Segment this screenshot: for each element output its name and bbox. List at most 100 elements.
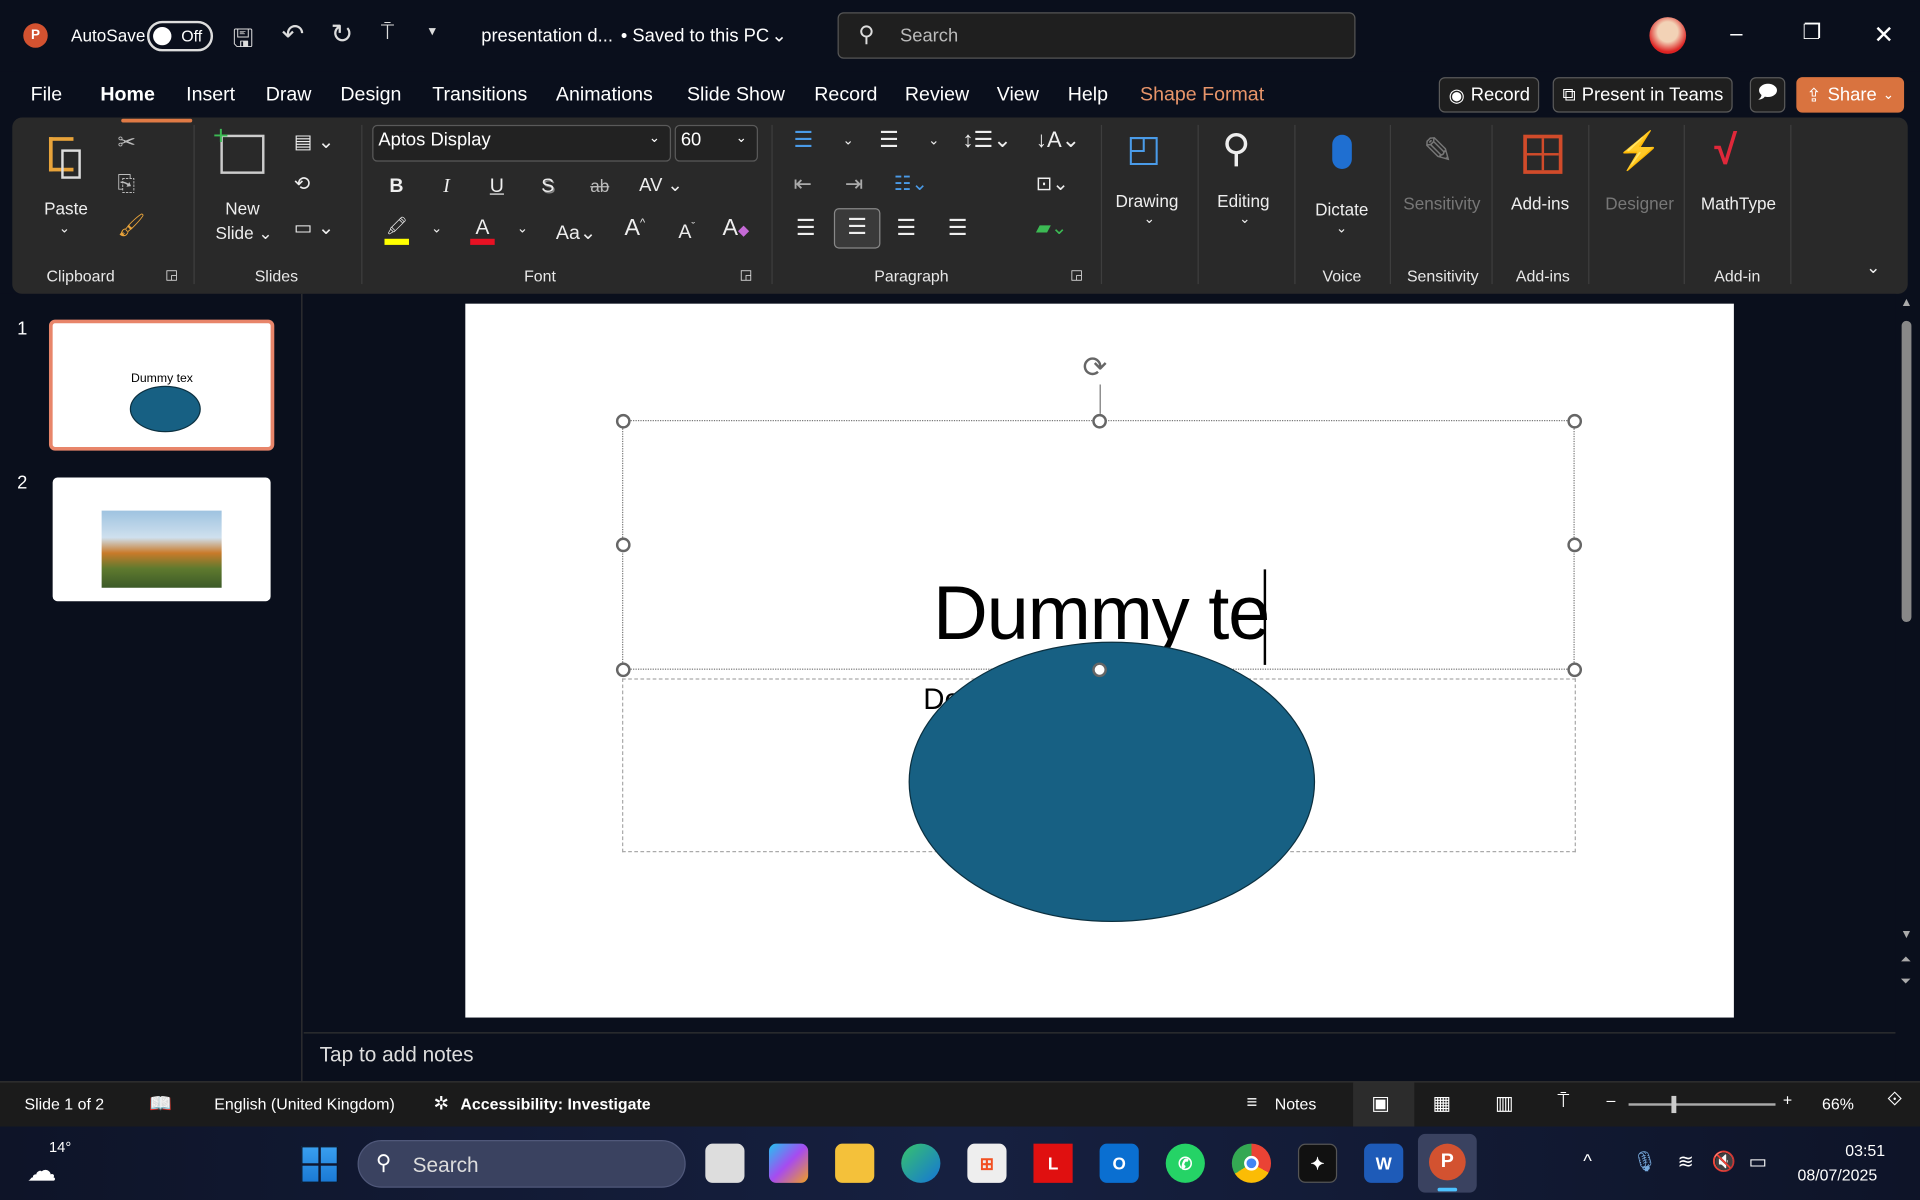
font-color-icon[interactable]: A [470, 216, 495, 245]
rotate-handle-icon[interactable]: ⟳ [1082, 350, 1107, 386]
align-right-icon[interactable]: ☰ [896, 216, 916, 242]
show-hidden-icons[interactable]: ^ [1583, 1151, 1592, 1172]
l-app-icon[interactable]: L [1033, 1143, 1073, 1183]
normal-view-button[interactable]: ▣ [1353, 1082, 1415, 1127]
save-status[interactable]: • Saved to this PC [621, 26, 769, 47]
clock-date[interactable]: 08/07/2025 [1798, 1166, 1878, 1184]
zoom-slider-thumb[interactable] [1671, 1095, 1677, 1114]
vertical-scrollbar[interactable]: ▲ ▼ ⏶ ⏷ [1896, 294, 1920, 1029]
accessibility-icon[interactable]: ✲ [433, 1092, 448, 1114]
zoom-slider[interactable] [1628, 1095, 1776, 1114]
chevron-down-icon[interactable]: ⌄ [517, 220, 528, 237]
notes-icon[interactable]: ≡ [1247, 1092, 1258, 1113]
share-button[interactable]: ⇪ Share ⌄ [1796, 77, 1904, 113]
present-in-teams-button[interactable]: ⧉ Present in Teams [1552, 77, 1734, 113]
spelling-check-icon[interactable]: 📖 [149, 1092, 172, 1114]
tab-insert[interactable]: Insert [186, 84, 235, 106]
tab-animations[interactable]: Animations [556, 84, 653, 106]
section-icon[interactable]: ▭ ⌄ [294, 216, 334, 240]
underline-button[interactable]: U [490, 176, 504, 198]
font-name-dropdown[interactable]: Aptos Display ⌄ [372, 124, 672, 162]
task-view-icon[interactable] [705, 1143, 745, 1183]
font-size-dropdown[interactable]: 60 ⌄ [674, 124, 758, 162]
numbering-icon[interactable]: ☰ [879, 127, 899, 153]
new-slide-button[interactable]: New [225, 198, 259, 218]
word-icon[interactable]: W [1364, 1143, 1404, 1183]
scrollbar-thumb[interactable] [1901, 320, 1912, 623]
slide-show-icon[interactable]: ⍑ [1558, 1091, 1570, 1113]
dialog-launcher-icon[interactable]: ◲ [1070, 267, 1083, 283]
fit-to-window-icon[interactable]: ⟐ [1887, 1090, 1902, 1112]
slide-thumbnail-2[interactable] [52, 477, 271, 602]
paste-icon[interactable] [44, 132, 93, 181]
convert-smartart-icon[interactable]: ▰⌄ [1036, 216, 1067, 240]
copilot-icon[interactable] [768, 1143, 809, 1183]
dialog-launcher-icon[interactable]: ◲ [165, 267, 178, 283]
italic-button[interactable]: I [443, 176, 450, 198]
format-painter-icon[interactable]: 🖌 [118, 213, 146, 239]
tab-view[interactable]: View [997, 84, 1039, 106]
cut-icon[interactable]: ✂ [118, 130, 136, 156]
bold-button[interactable]: B [389, 176, 403, 198]
columns-icon[interactable]: ☷⌄ [894, 171, 928, 195]
slide-thumbnail-1[interactable]: Dummy tex [48, 319, 275, 451]
notes-button[interactable]: Notes [1275, 1095, 1317, 1113]
tab-review[interactable]: Review [905, 84, 969, 106]
tab-shape-format[interactable]: Shape Format [1140, 84, 1264, 106]
chrome-icon[interactable] [1231, 1143, 1272, 1183]
bullets-icon[interactable]: ☰ [793, 127, 813, 153]
copy-icon[interactable]: ⎘ [118, 171, 136, 197]
notes-placeholder[interactable]: Tap to add notes [320, 1043, 474, 1067]
wifi-icon[interactable]: ≋ [1678, 1150, 1694, 1174]
tab-transitions[interactable]: Transitions [432, 84, 527, 106]
restore-icon[interactable]: ❐ [1802, 21, 1821, 45]
reading-view-icon[interactable]: ▥ [1495, 1091, 1514, 1115]
line-spacing-icon[interactable]: ↕☰⌄ [962, 127, 1011, 153]
app-icon[interactable]: ✦ [1297, 1143, 1338, 1183]
undo-icon[interactable]: ↶ [282, 18, 305, 50]
volume-muted-icon[interactable]: 🔇 [1712, 1150, 1736, 1174]
microsoft-store-icon[interactable]: ⊞ [967, 1143, 1007, 1183]
clear-formatting-icon[interactable]: A◆ [722, 216, 749, 243]
increase-indent-icon[interactable]: ⇥ [845, 171, 863, 197]
document-title[interactable]: presentation d... [481, 26, 613, 47]
present-from-start-icon[interactable]: ⍑ [381, 20, 394, 46]
tab-home[interactable]: Home [100, 84, 154, 106]
save-icon[interactable]: 🖫 [233, 21, 254, 63]
search-box[interactable]: ⚲ Search [837, 12, 1356, 59]
zoom-out-icon[interactable]: – [1607, 1091, 1616, 1109]
layout-icon[interactable]: ▤ ⌄ [294, 130, 334, 154]
zoom-in-icon[interactable]: + [1783, 1091, 1792, 1109]
strikethrough-button[interactable]: ab [590, 176, 609, 196]
zoom-level[interactable]: 66% [1822, 1095, 1854, 1113]
grow-font-button[interactable]: A^ [624, 216, 645, 243]
align-center-icon[interactable]: ☰ [833, 208, 881, 249]
chevron-down-icon[interactable]: ⌄ [771, 24, 786, 47]
resize-handle[interactable] [1092, 413, 1107, 429]
start-icon[interactable] [301, 1146, 338, 1183]
shadow-button[interactable]: S [541, 176, 554, 198]
previous-slide-icon[interactable]: ⏶ [1900, 953, 1911, 969]
tab-slide-show[interactable]: Slide Show [687, 84, 785, 106]
close-icon[interactable]: ✕ [1873, 20, 1894, 51]
comments-button[interactable]: 🗩 [1749, 77, 1786, 113]
file-explorer-icon[interactable] [835, 1143, 875, 1183]
autosave-toggle[interactable]: Off [146, 20, 214, 52]
resize-handle[interactable] [1092, 662, 1107, 678]
resize-handle[interactable] [615, 413, 631, 429]
avatar[interactable] [1649, 17, 1687, 54]
paste-button[interactable]: Paste [44, 198, 88, 218]
chevron-down-icon[interactable]: ⌄ [431, 220, 442, 237]
resize-handle[interactable] [1567, 537, 1583, 553]
dialog-launcher-icon[interactable]: ◲ [740, 267, 753, 283]
reset-slide-icon[interactable]: ⟲ [294, 171, 310, 195]
tab-design[interactable]: Design [340, 84, 401, 106]
whatsapp-icon[interactable]: ✆ [1165, 1143, 1205, 1183]
resize-handle[interactable] [615, 662, 631, 678]
new-slide-icon[interactable]: + [213, 120, 265, 174]
align-text-icon[interactable]: ⊡⌄ [1036, 171, 1069, 195]
edge-icon[interactable] [901, 1143, 941, 1183]
tab-help[interactable]: Help [1068, 84, 1108, 106]
change-case-button[interactable]: Aa⌄ [556, 220, 596, 244]
tab-record[interactable]: Record [814, 84, 877, 106]
